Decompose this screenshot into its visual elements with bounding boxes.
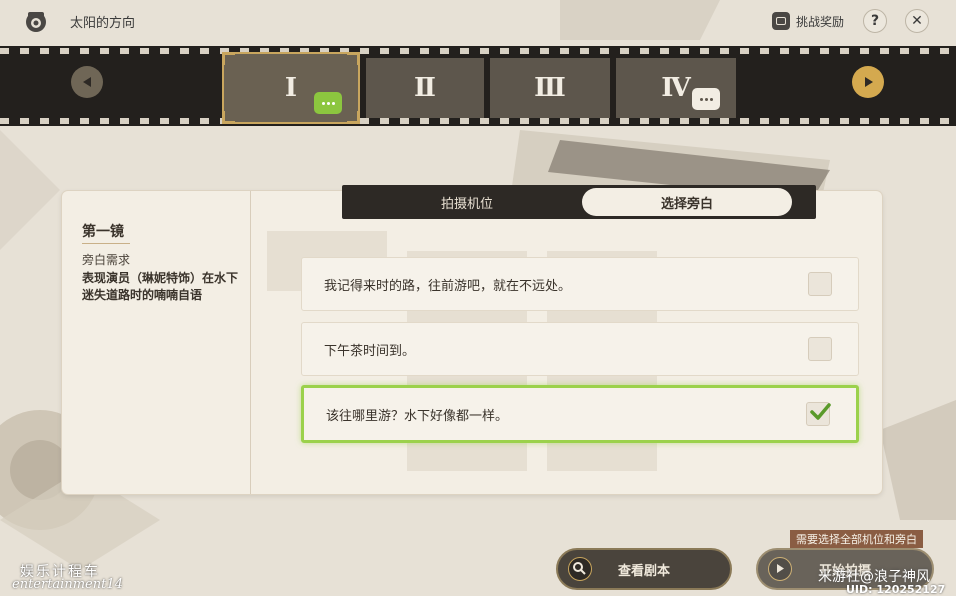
prev-shot-button[interactable]: [71, 66, 103, 98]
chat-add-icon: [692, 88, 720, 110]
page-title: 太阳的方向: [70, 16, 136, 31]
view-script-label: 查看剧本: [617, 563, 670, 579]
narration-option-text: 我记得来时的路，往前游吧，就在不远处。: [324, 278, 572, 294]
requirement-warning: 需要选择全部机位和旁白: [790, 530, 923, 548]
option-checkbox[interactable]: [808, 337, 832, 361]
challenge-reward-label: 挑战奖励: [796, 14, 845, 29]
frame-corner: [347, 111, 360, 124]
requirement-label: 旁白需求: [82, 253, 131, 267]
tab-bar: 拍摄机位 选择旁白: [342, 185, 816, 219]
option-checkbox[interactable]: [806, 402, 831, 426]
help-button[interactable]: ?: [863, 9, 887, 33]
play-icon: [768, 557, 792, 581]
option-checkbox[interactable]: [808, 272, 832, 296]
shot-title: 第一镜: [82, 224, 124, 240]
frame-corner: [347, 52, 360, 65]
shot-frame-3[interactable]: Ⅲ: [490, 58, 610, 118]
view-script-button[interactable]: 查看剧本: [556, 548, 732, 590]
frame-corner: [222, 52, 235, 65]
chat-icon: [314, 92, 342, 114]
narration-option-2[interactable]: 下午茶时间到。: [301, 322, 859, 376]
next-shot-button[interactable]: [852, 66, 884, 98]
reward-icon: [772, 12, 790, 30]
frame-corner: [222, 111, 235, 124]
question-icon: ?: [870, 13, 880, 29]
divider: [82, 243, 130, 244]
shot-frame-2[interactable]: Ⅱ: [366, 58, 484, 118]
requirement-text: 表现演员（琳妮特饰）在水下迷失道路时的喃喃自语: [82, 271, 239, 302]
uid-text: UID: 120252127: [846, 583, 946, 596]
shot-frame-4[interactable]: Ⅳ: [616, 58, 736, 118]
shot-frame-label: Ⅱ: [414, 73, 436, 103]
tab-camera-position[interactable]: 拍摄机位: [362, 188, 572, 216]
shot-frame-label: Ⅳ: [661, 73, 691, 103]
film-holes-top: [0, 48, 956, 54]
shot-frame-label: Ⅰ: [284, 73, 298, 103]
tab-label: 拍摄机位: [440, 196, 493, 212]
tab-label: 选择旁白: [660, 196, 713, 212]
shot-info-column: 第一镜 旁白需求 表现演员（琳妮特饰）在水下迷失道路时的喃喃自语: [62, 191, 251, 494]
watermark-text: entertainment14: [12, 577, 123, 592]
narration-option-text: 下午茶时间到。: [324, 343, 416, 359]
narration-option-3[interactable]: 该往哪里游？水下好像都一样。: [301, 385, 859, 443]
tab-select-narration[interactable]: 选择旁白: [582, 188, 792, 216]
challenge-reward-button[interactable]: 挑战奖励: [772, 9, 844, 33]
narration-panel: 第一镜 旁白需求 表现演员（琳妮特饰）在水下迷失道路时的喃喃自语 拍摄机位 选择…: [62, 185, 882, 494]
narration-option-text: 该往哪里游？水下好像都一样。: [326, 408, 509, 424]
close-icon: ✕: [911, 13, 923, 29]
shot-frame-label: Ⅲ: [534, 73, 566, 103]
top-bar: 太阳的方向 挑战奖励 ? ✕: [0, 0, 956, 44]
narration-option-1[interactable]: 我记得来时的路，往前游吧，就在不远处。: [301, 257, 859, 311]
film-holes-bottom: [0, 118, 956, 124]
arrow-left-icon: [83, 77, 91, 87]
event-logo-icon: [22, 8, 50, 36]
close-button[interactable]: ✕: [905, 9, 929, 33]
shot-film-strip: Ⅰ Ⅱ Ⅲ Ⅳ: [0, 46, 956, 126]
shot-frame-1[interactable]: Ⅰ: [222, 52, 360, 124]
checkmark-icon: [810, 403, 831, 420]
search-icon: [568, 557, 592, 581]
arrow-right-icon: [865, 77, 873, 87]
